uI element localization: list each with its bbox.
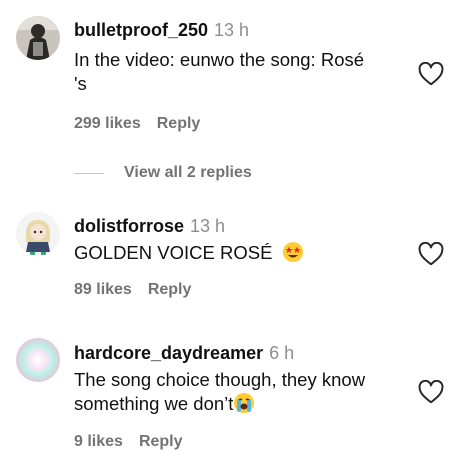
reply-button[interactable]: Reply	[157, 115, 201, 132]
like-button[interactable]	[418, 379, 444, 409]
comment-meta: 9 likes Reply	[74, 433, 199, 451]
username-text[interactable]: bulletproof_250	[74, 20, 208, 40]
username-text[interactable]: hardcore_daydreamer	[74, 343, 263, 363]
reply-button[interactable]: Reply	[148, 281, 192, 298]
comment-username[interactable]: dolistforrose 13 h	[74, 216, 225, 237]
comment-username[interactable]: hardcore_daydreamer 6 h	[74, 343, 294, 364]
avatar-dolistforrose[interactable]	[16, 212, 60, 256]
heart-icon	[418, 241, 444, 266]
timestamp: 13 h	[190, 216, 226, 236]
like-button[interactable]	[418, 61, 444, 91]
reply-button[interactable]: Reply	[139, 433, 183, 450]
comment-text-line: GOLDEN VOICE ROSÉ	[74, 242, 273, 263]
heart-icon	[418, 379, 444, 404]
heart-icon	[418, 61, 444, 86]
likes-count[interactable]: 299 likes	[74, 115, 141, 132]
like-button[interactable]	[418, 241, 444, 271]
comment-meta: 89 likes Reply	[74, 281, 207, 299]
pastel-gradient-avatar-icon	[16, 338, 60, 382]
avatar-hardcore-daydreamer[interactable]	[16, 338, 60, 382]
username-text[interactable]: dolistforrose	[74, 216, 184, 236]
timestamp: 13 h	[214, 20, 250, 40]
comment-text: In the video: eunwo the song: Rosé 's	[74, 48, 404, 96]
comment-text-line: something we don’t	[74, 393, 234, 414]
comment-username[interactable]: bulletproof_250 13 h	[74, 20, 249, 41]
comment-text-line: The song choice though, they know	[74, 369, 366, 390]
star-struck-emoji-icon	[282, 242, 303, 262]
likes-count[interactable]: 9 likes	[74, 433, 123, 450]
comment-text-line: In the video: eunwo the song: Rosé	[74, 49, 365, 70]
replies-divider	[74, 172, 104, 174]
comment-meta: 299 likes Reply	[74, 115, 216, 133]
avatar-bulletproof[interactable]	[16, 16, 60, 60]
person-photo-avatar-icon	[16, 16, 60, 60]
comment-text-line: 's	[74, 73, 87, 94]
timestamp: 6 h	[269, 343, 295, 363]
cartoon-doll-avatar-icon	[16, 212, 60, 256]
crying-emoji-icon	[234, 393, 255, 413]
comment-text: GOLDEN VOICE ROSÉ	[74, 241, 304, 265]
view-replies-label: View all 2 replies	[124, 164, 252, 181]
comment-text: The song choice though, they know someth…	[74, 368, 409, 416]
view-replies-button[interactable]: View all 2 replies	[74, 164, 252, 182]
likes-count[interactable]: 89 likes	[74, 281, 132, 298]
